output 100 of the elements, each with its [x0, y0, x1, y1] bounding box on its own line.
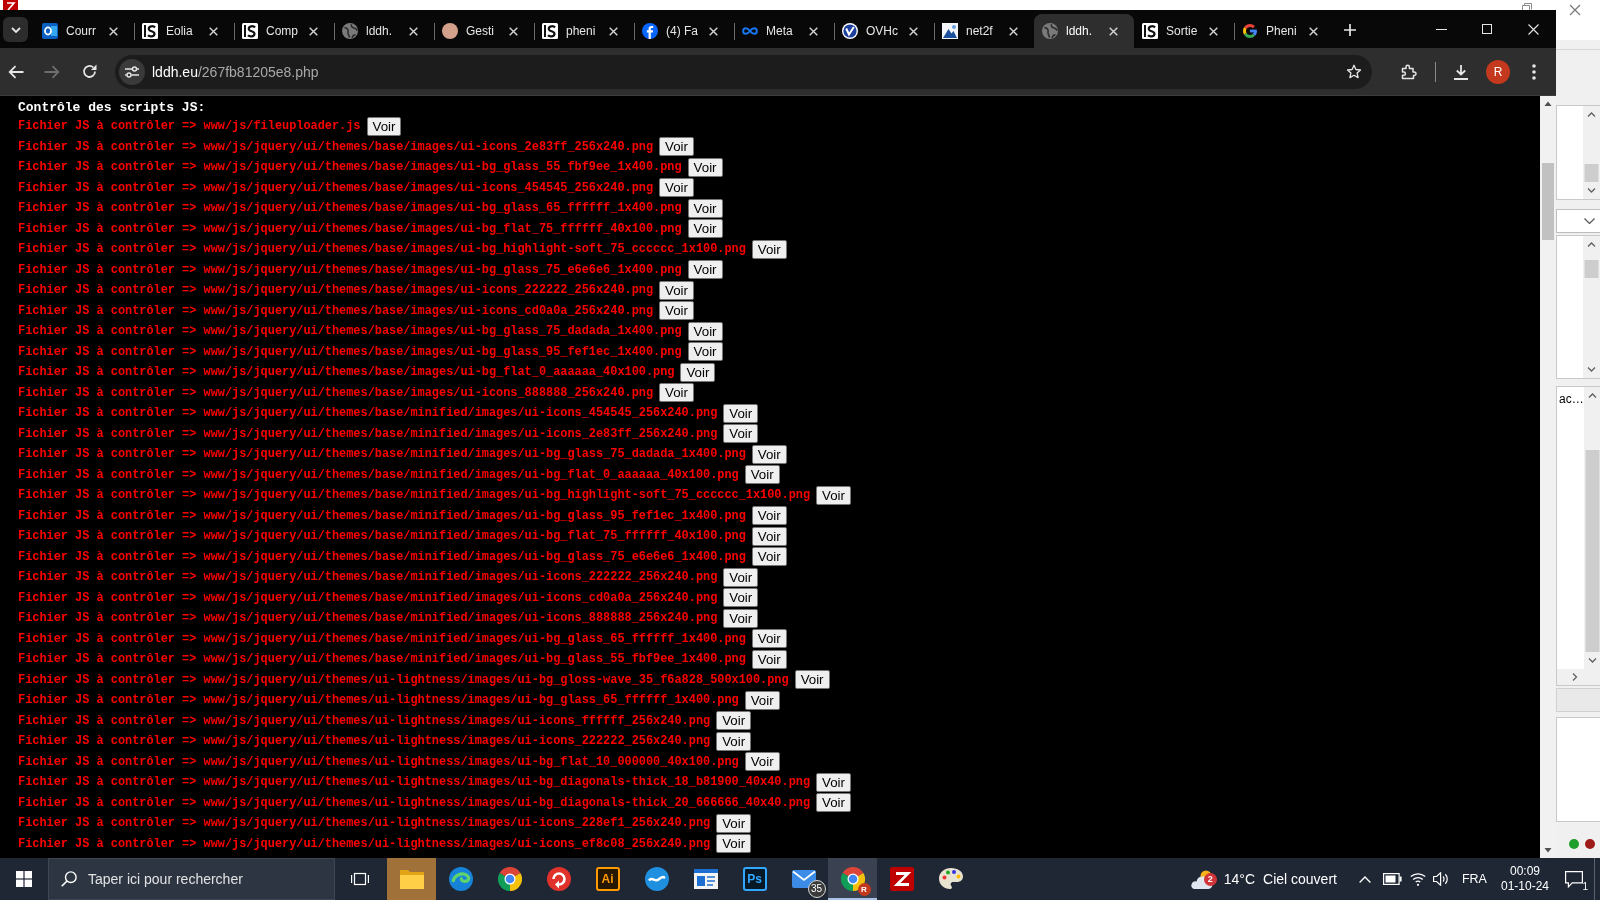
search-field[interactable]: Taper ici pour rechercher	[48, 858, 335, 900]
view-button[interactable]: Voir	[716, 834, 752, 854]
close-icon	[208, 26, 218, 36]
view-button[interactable]: Voir	[751, 547, 787, 567]
mail-app-icon	[42, 23, 58, 39]
view-button[interactable]: Voir	[687, 321, 723, 341]
script-file-line: Fichier JS à contrôler => www/js/jquery/ui/themes/base/minified/images/ui-bg_flat_0_aaaaaa_40x100.png	[18, 467, 739, 482]
view-button[interactable]: Voir	[794, 670, 830, 690]
view-button[interactable]: Voir	[744, 690, 780, 710]
view-button[interactable]: Voir	[816, 772, 851, 792]
taskbar-button[interactable]: R	[828, 858, 877, 900]
script-file-line: Fichier JS à contrôler => www/js/jquery/ui/themes/base/images/ui-icons_222222_256x240.png	[18, 283, 654, 298]
close-icon	[108, 26, 118, 36]
square-logo-icon	[1142, 23, 1158, 39]
site-info-button[interactable]	[119, 58, 145, 85]
close-icon	[1108, 26, 1118, 36]
maximize-icon	[1482, 24, 1492, 34]
view-button[interactable]: Voir	[723, 403, 759, 423]
view-button[interactable]: Voir	[659, 280, 694, 300]
plus-icon	[1344, 24, 1356, 36]
browser-tab[interactable]: lddh.	[1034, 14, 1134, 48]
view-button[interactable]: Voir	[659, 383, 694, 403]
view-button[interactable]: Voir	[659, 301, 694, 321]
view-button[interactable]: Voir	[751, 649, 787, 669]
view-button[interactable]: Voir	[751, 629, 787, 649]
four-squares-icon	[16, 871, 32, 887]
view-button[interactable]: Voir	[659, 137, 694, 157]
view-button[interactable]: Voir	[680, 362, 716, 382]
close-icon	[908, 26, 918, 36]
taskbar-button[interactable]: 35	[779, 858, 828, 900]
url-text: lddh.eu/267fb81205e8.php	[152, 63, 320, 80]
script-file-line: Fichier JS à contrôler => www/js/jquery/ui/themes/base/images/ui-icons_2e83ff_256x240.png	[18, 139, 654, 154]
notification-icon	[1565, 870, 1583, 888]
view-button[interactable]: Voir	[751, 506, 787, 526]
view-button[interactable]: Voir	[716, 711, 752, 731]
square-logo-icon	[542, 23, 558, 39]
browser-tab[interactable]: lddh.	[334, 14, 434, 48]
zigzag-logo-icon	[889, 867, 914, 891]
view-button[interactable]: Voir	[716, 813, 752, 833]
view-button[interactable]: Voir	[366, 116, 402, 136]
script-file-line: Fichier JS à contrôler => www/js/jquery/ui/themes/base/minified/images/ui-icons_2e83ff_256x240.png	[18, 426, 718, 441]
notification-count: 1	[1582, 880, 1588, 892]
script-file-line: Fichier JS à contrôler => www/js/jquery/ui/themes/ui-lightness/images/ui-bg_diagonals-thick_18_b81900_40x40.png	[18, 775, 811, 790]
language-indicator[interactable]: FRA	[1461, 872, 1487, 886]
file-name-text: ac…	[1558, 391, 1584, 406]
show-hidden-icons-button[interactable]	[1358, 875, 1371, 883]
back-arrow-icon	[8, 64, 24, 79]
profile-button[interactable]: R	[1486, 59, 1510, 84]
view-button[interactable]: Voir	[687, 342, 723, 362]
clock-date[interactable]: 01-10-24	[1500, 879, 1549, 894]
close-icon	[1569, 4, 1581, 16]
clock-time[interactable]: 00:09	[1509, 864, 1540, 879]
browser-tab[interactable]: Comp	[234, 14, 334, 48]
browser-tab[interactable]: pheni	[534, 14, 634, 48]
view-button[interactable]: Voir	[659, 178, 694, 198]
browser-tab[interactable]: Eolia	[134, 14, 234, 48]
square-logo-icon	[242, 23, 258, 39]
taskbar-button[interactable]: Ps	[730, 858, 779, 900]
tab-search-button[interactable]	[3, 17, 28, 42]
view-button[interactable]: Voir	[744, 465, 780, 485]
view-button[interactable]: Voir	[744, 752, 780, 772]
chevron-down-icon	[10, 26, 21, 33]
circle-logo-icon	[497, 867, 522, 891]
ring-logo-icon	[1242, 23, 1258, 39]
view-button[interactable]: Voir	[816, 485, 851, 505]
view-button[interactable]: Voir	[816, 793, 851, 813]
view-button[interactable]: Voir	[687, 157, 723, 177]
view-button[interactable]: Voir	[751, 444, 787, 464]
view-button[interactable]: Voir	[751, 526, 787, 546]
browser-tab[interactable]: Gesti	[434, 14, 534, 48]
view-button[interactable]: Voir	[723, 608, 759, 628]
script-file-line: Fichier JS à contrôler => www/js/jquery/ui/themes/base/images/ui-icons_cd0a0a_256x240.png	[18, 303, 654, 318]
browser-tab[interactable]: (4) Fa	[634, 14, 734, 48]
chevron-up-icon	[1358, 875, 1371, 883]
tune-icon	[125, 65, 139, 78]
browser-tab[interactable]: Pheni	[1234, 14, 1334, 48]
app-logo: Ai	[595, 867, 620, 891]
browser-tab[interactable]: Courr	[34, 14, 134, 48]
view-button[interactable]: Voir	[687, 260, 723, 280]
view-button[interactable]: Voir	[723, 567, 759, 587]
infinity-icon	[742, 26, 758, 36]
close-icon	[708, 26, 718, 36]
view-button[interactable]: Voir	[723, 424, 759, 444]
script-file-line: Fichier JS à contrôler => www/js/jquery/ui/themes/ui-lightness/images/ui-icons_228ef1_256x240.png	[18, 816, 711, 831]
script-file-line: Fichier JS à contrôler => www/js/jquery/ui/themes/base/images/ui-bg_glass_95_fef1ec_1x400.png	[18, 344, 682, 359]
view-button[interactable]: Voir	[751, 239, 787, 259]
script-file-line: Fichier JS à contrôler => www/js/jquery/ui/themes/ui-lightness/images/ui-bg_gloss-wave_35_f6a828_500x100.png	[18, 672, 789, 687]
browser-tab[interactable]: net2f	[934, 14, 1034, 48]
reload-icon	[81, 64, 97, 79]
view-button[interactable]: Voir	[723, 588, 759, 608]
view-button[interactable]: Voir	[687, 219, 723, 239]
taskbar-button[interactable]: Ai	[583, 858, 632, 900]
view-button[interactable]: Voir	[716, 731, 752, 751]
address-bar[interactable]: lddh.eu/267fb81205e8.php	[115, 54, 1372, 89]
script-file-line: Fichier JS à contrôler => www/js/jquery/ui/themes/base/images/ui-bg_glass_65_ffffff_1x400.png	[18, 201, 682, 216]
browser-tab[interactable]: Meta	[734, 14, 834, 48]
chevron-down-icon	[1584, 218, 1595, 224]
browser-tab[interactable]: OVHc	[834, 14, 934, 48]
browser-tab[interactable]: Sortie	[1134, 14, 1234, 48]
view-button[interactable]: Voir	[687, 198, 723, 218]
